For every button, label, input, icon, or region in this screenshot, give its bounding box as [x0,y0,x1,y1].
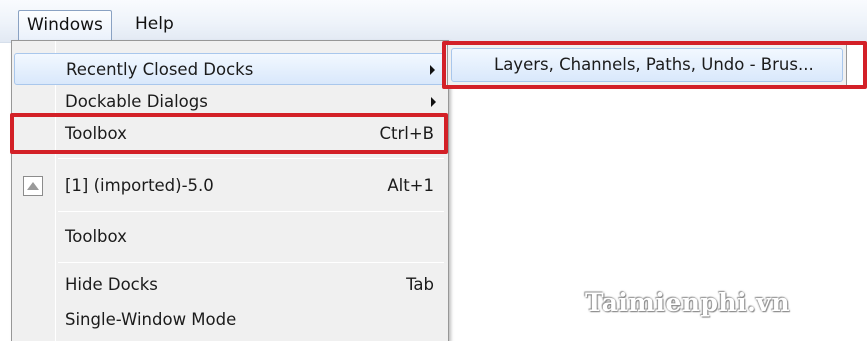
menu-item-shortcut: Ctrl+B [379,124,434,143]
menu-item-dockable-dialogs[interactable]: Dockable Dialogs [14,86,446,118]
recently-closed-docks-submenu: Layers, Channels, Paths, Undo - Brus... [447,44,847,86]
menu-item-imported-image[interactable]: [1] (imported)-5.0 Alt+1 [14,170,446,202]
submenu-arrow-icon [431,97,436,107]
submenu-item-label: Layers, Channels, Paths, Undo - Brus... [494,55,814,74]
menu-item-label: Toolbox [65,227,127,246]
submenu-arrow-icon [430,65,435,75]
menu-item-label: Toolbox [65,124,127,143]
menu-bar: Windows Help [0,0,867,43]
menu-item-toolbox[interactable]: Toolbox Ctrl+B [14,118,446,150]
menu-item-single-window-mode[interactable]: Single-Window Mode [14,304,446,336]
menu-windows-label: Windows [27,15,103,35]
image-thumbnail-icon [23,176,43,196]
screenshot-stage: Windows Help Recently Closed Docks Docka… [0,0,867,341]
menu-item-hide-docks[interactable]: Hide Docks Tab [14,269,446,301]
menu-item-label: Dockable Dialogs [65,92,208,111]
windows-dropdown-menu: Recently Closed Docks Dockable Dialogs T… [11,40,449,341]
watermark-logo: Taimienphi.vn [585,288,790,317]
menu-help[interactable]: Help [127,10,182,40]
submenu-item-layers-channels-paths-undo[interactable]: Layers, Channels, Paths, Undo - Brus... [451,48,843,82]
menu-item-label: Recently Closed Docks [66,60,254,79]
menu-item-label: Hide Docks [65,275,158,294]
menu-separator [58,211,444,212]
menu-item-label: [1] (imported)-5.0 [65,176,214,195]
menu-windows[interactable]: Windows [18,10,112,40]
menu-item-recently-closed-docks[interactable]: Recently Closed Docks [14,53,446,85]
menu-help-label: Help [135,14,174,34]
menu-item-shortcut: Tab [406,275,434,294]
menu-item-toolbox-window[interactable]: Toolbox [14,221,446,253]
menu-separator [58,158,444,159]
menu-item-shortcut: Alt+1 [387,176,434,195]
menu-separator [58,262,444,263]
menu-item-label: Single-Window Mode [65,310,237,329]
